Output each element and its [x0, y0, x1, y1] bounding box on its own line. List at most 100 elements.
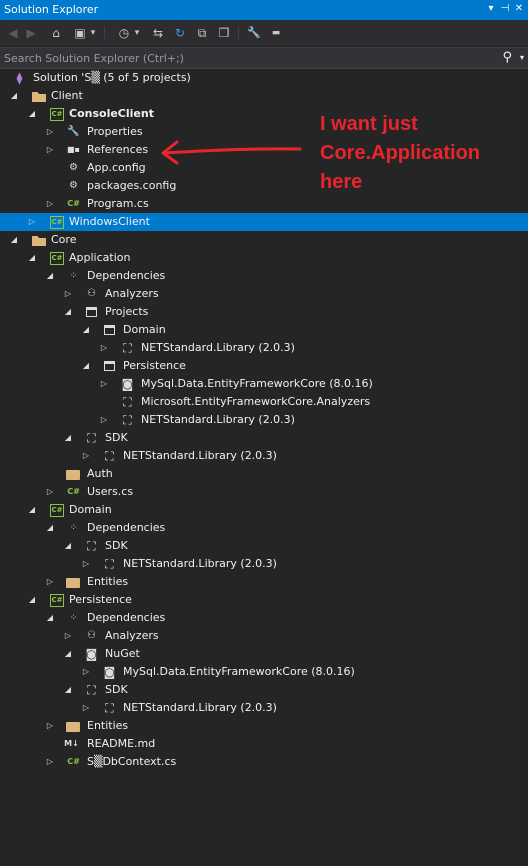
collapse-all-icon[interactable]: ⧉ — [194, 24, 210, 42]
annotation-line: Core.Application — [320, 142, 481, 164]
expand-arrow-icon[interactable]: ▷ — [98, 339, 110, 357]
expand-arrow-icon[interactable]: ▷ — [44, 717, 56, 735]
auto-hide-pin-icon[interactable]: ⊣ — [498, 1, 512, 17]
expand-arrow-icon[interactable]: ▷ — [62, 285, 74, 303]
tree-item-label: README.md — [87, 737, 156, 750]
tree-item-application[interactable]: ◢ C# Application — [0, 249, 528, 267]
expand-arrow-icon[interactable]: ▷ — [44, 483, 56, 501]
collapse-arrow-icon[interactable]: ◢ — [26, 105, 38, 123]
switch-views-dropdown-icon[interactable]: ▾ — [88, 24, 98, 42]
tree-item-label: Analyzers — [105, 287, 159, 300]
tree-item-dependencies[interactable]: ◢ ⁘ Dependencies — [0, 267, 528, 285]
collapse-arrow-icon[interactable]: ◢ — [44, 267, 56, 285]
tree-item-windowsclient[interactable]: ▷ C# WindowsClient — [0, 213, 528, 231]
tree-item-dependencies[interactable]: ◢ ⁘ Dependencies — [0, 519, 528, 537]
tree-item-package[interactable]: ▷ ◙ MySql.Data.EntityFrameworkCore (8.0.… — [0, 663, 528, 681]
tree-item-label: Program.cs — [87, 197, 149, 210]
tree-item-package[interactable]: ▷ ⛶ NETStandard.Library (2.0.3) — [0, 699, 528, 717]
tree-item-label: Domain — [123, 323, 166, 336]
expand-arrow-icon[interactable]: ▷ — [26, 213, 38, 231]
home-icon[interactable]: ⌂ — [48, 24, 64, 42]
collapse-arrow-icon[interactable]: ◢ — [80, 357, 92, 375]
tree-item-sdk[interactable]: ◢ ⛶ SDK — [0, 537, 528, 555]
forward-icon[interactable]: ▶ — [24, 24, 38, 42]
tree-item-sdk[interactable]: ◢ ⛶ SDK — [0, 681, 528, 699]
collapse-arrow-icon[interactable]: ◢ — [44, 609, 56, 627]
window-title: Solution Explorer — [4, 3, 99, 16]
tree-item-nuget[interactable]: ◢ ◙ NuGet — [0, 645, 528, 663]
expand-arrow-icon[interactable]: ▷ — [98, 375, 110, 393]
tree-item-label: Dependencies — [87, 521, 166, 534]
back-icon[interactable]: ◀ — [6, 24, 20, 42]
expand-arrow-icon[interactable]: ▷ — [80, 555, 92, 573]
tree-item-label: Core — [51, 233, 77, 246]
tree-item-users-cs[interactable]: ▷ C# Users.cs — [0, 483, 528, 501]
tree-item-package[interactable]: ▷ ⛶ NETStandard.Library (2.0.3) — [0, 447, 528, 465]
tree-item-dependencies[interactable]: ◢ ⁘ Dependencies — [0, 609, 528, 627]
switch-views-icon[interactable]: ▣ — [72, 24, 88, 42]
tree-item-analyzers[interactable]: ▷ ⚇ Analyzers — [0, 285, 528, 303]
refresh-icon[interactable]: ↻ — [172, 24, 188, 42]
search-options-dropdown-icon[interactable]: ▾ — [520, 51, 524, 65]
tree-item-program-cs[interactable]: ▷ C# Program.cs — [0, 195, 528, 213]
nuget-package-icon: ◙ — [103, 665, 116, 679]
config-file-icon: ⚙ — [69, 162, 78, 173]
expand-arrow-icon[interactable]: ▷ — [44, 141, 56, 159]
collapse-arrow-icon[interactable]: ◢ — [8, 87, 20, 105]
tree-item-entities[interactable]: ▷ Entities — [0, 573, 528, 591]
properties-icon[interactable]: 🔧 — [246, 24, 262, 42]
tree-item-client[interactable]: ◢ Client — [0, 87, 528, 105]
package-icon: ⛶ — [105, 557, 114, 571]
collapse-arrow-icon[interactable]: ◢ — [62, 645, 74, 663]
show-all-files-icon[interactable]: ❐ — [216, 24, 232, 42]
collapse-arrow-icon[interactable]: ◢ — [26, 249, 38, 267]
window-position-icon[interactable]: ▾ — [484, 1, 498, 17]
expand-arrow-icon[interactable]: ▷ — [62, 627, 74, 645]
solution-folder-icon — [32, 236, 46, 246]
tree-item-core[interactable]: ◢ Core — [0, 231, 528, 249]
tree-item-auth[interactable]: Auth — [0, 465, 528, 483]
tree-item-sdk[interactable]: ◢ ⛶ SDK — [0, 429, 528, 447]
collapse-arrow-icon[interactable]: ◢ — [62, 303, 74, 321]
close-icon[interactable]: ✕ — [512, 1, 526, 17]
expand-arrow-icon[interactable]: ▷ — [80, 699, 92, 717]
collapse-arrow-icon[interactable]: ◢ — [44, 519, 56, 537]
tree-item-project-domain[interactable]: ◢ Domain — [0, 321, 528, 339]
filter-dropdown-icon[interactable]: ▾ — [132, 24, 142, 42]
pending-changes-filter-icon[interactable]: ◷ — [116, 24, 132, 42]
collapse-arrow-icon[interactable]: ◢ — [62, 537, 74, 555]
collapse-arrow-icon[interactable]: ◢ — [62, 429, 74, 447]
expand-arrow-icon[interactable]: ▷ — [44, 573, 56, 591]
collapse-arrow-icon[interactable]: ◢ — [26, 501, 38, 519]
expand-arrow-icon[interactable]: ▷ — [80, 663, 92, 681]
tree-item-dbcontext[interactable]: ▷ C# S▒DbContext.cs — [0, 753, 528, 771]
expand-arrow-icon[interactable]: ▷ — [80, 447, 92, 465]
tree-item-package[interactable]: ⛶ Microsoft.EntityFrameworkCore.Analyzer… — [0, 393, 528, 411]
expand-arrow-icon[interactable]: ▷ — [44, 123, 56, 141]
search-input[interactable] — [4, 50, 484, 66]
tree-item-package[interactable]: ▷ ⛶ NETStandard.Library (2.0.3) — [0, 339, 528, 357]
expand-arrow-icon[interactable]: ▷ — [44, 753, 56, 771]
tree-item-package[interactable]: ▷ ⛶ NETStandard.Library (2.0.3) — [0, 411, 528, 429]
preview-icon[interactable]: ▬ — [268, 24, 284, 42]
collapse-arrow-icon[interactable]: ◢ — [26, 591, 38, 609]
collapse-arrow-icon[interactable]: ◢ — [8, 231, 20, 249]
tree-item-entities[interactable]: ▷ Entities — [0, 717, 528, 735]
expand-arrow-icon[interactable]: ▷ — [98, 411, 110, 429]
tree-item-solution[interactable]: ⧫ Solution 'S▒ (5 of 5 projects) — [0, 69, 528, 87]
tree-item-package[interactable]: ▷ ⛶ NETStandard.Library (2.0.3) — [0, 555, 528, 573]
references-icon: ■▪ — [67, 145, 80, 154]
csharp-project-icon: C# — [50, 504, 64, 517]
tree-item-package[interactable]: ▷ ◙ MySql.Data.EntityFrameworkCore (8.0.… — [0, 375, 528, 393]
tree-item-analyzers[interactable]: ▷ ⚇ Analyzers — [0, 627, 528, 645]
collapse-arrow-icon[interactable]: ◢ — [80, 321, 92, 339]
tree-item-project-persistence[interactable]: ◢ Persistence — [0, 357, 528, 375]
tree-item-persistence[interactable]: ◢ C# Persistence — [0, 591, 528, 609]
search-icon[interactable]: ⚲ — [502, 50, 512, 66]
tree-item-projects[interactable]: ◢ Projects — [0, 303, 528, 321]
tree-item-readme[interactable]: M↓ README.md — [0, 735, 528, 753]
tree-item-domain[interactable]: ◢ C# Domain — [0, 501, 528, 519]
expand-arrow-icon[interactable]: ▷ — [44, 195, 56, 213]
sync-icon[interactable]: ⇆ — [150, 24, 166, 42]
collapse-arrow-icon[interactable]: ◢ — [62, 681, 74, 699]
